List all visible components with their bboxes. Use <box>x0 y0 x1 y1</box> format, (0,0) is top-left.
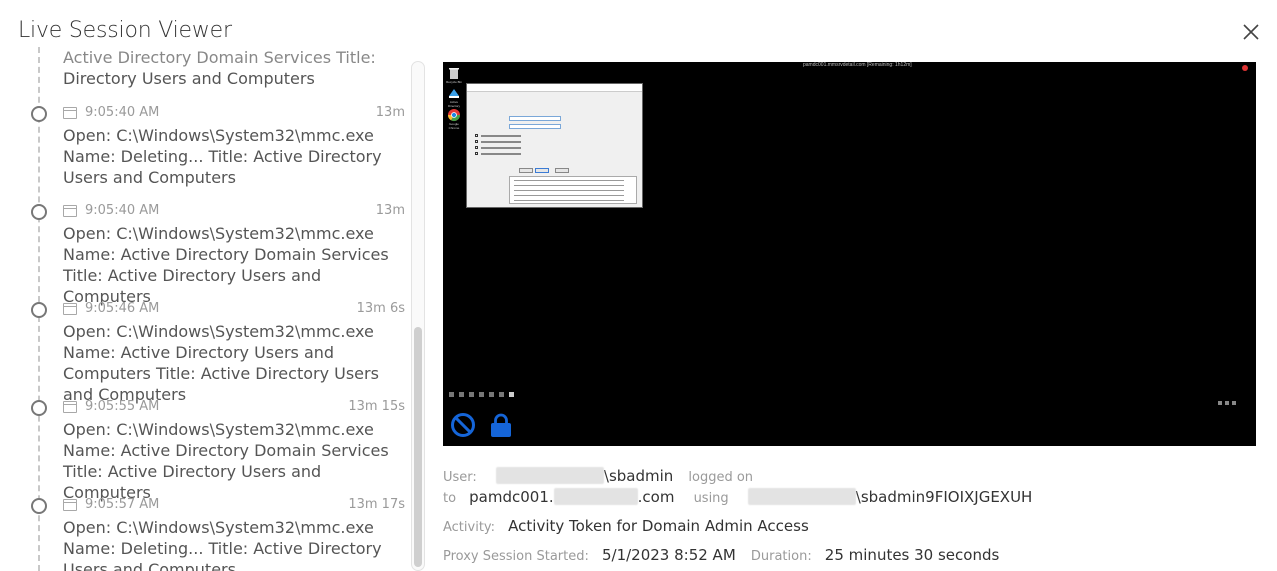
account-value: \sbadmin9FIOIXJGEXUH <box>855 488 1033 506</box>
activity-label: Activity: <box>443 520 496 535</box>
user-value: \sbadmin <box>603 467 674 485</box>
logged-on-label: logged on <box>688 470 754 485</box>
timeline-dot <box>31 204 47 220</box>
window-icon <box>63 401 77 413</box>
lock-session-button[interactable] <box>488 412 514 438</box>
desktop-label: Google Chrome <box>448 122 460 130</box>
remote-title-bar: pamdc001.mmsrvdetail.com [Remaining: 1h1… <box>803 62 912 68</box>
entry-description: Open: C:\Windows\System32\mmc.exe Name: … <box>63 126 382 187</box>
scrollbar-thumb[interactable] <box>414 327 422 567</box>
block-icon <box>451 413 475 437</box>
entry-time: 9:05:40 AM <box>85 105 160 120</box>
user-label: User: <box>443 470 477 485</box>
entry-description: Open: C:\Windows\System32\mmc.exe Name: … <box>63 224 389 306</box>
duration-value: 25 minutes 30 seconds <box>824 546 1000 564</box>
chrome-icon <box>447 108 461 122</box>
timeline-partial-entry: Active Directory Domain Services Title: … <box>63 47 403 89</box>
timeline-dot <box>31 106 47 122</box>
entry-description: Open: C:\Windows\System32\mmc.exe Name: … <box>63 518 382 571</box>
entry-description: Open: C:\Windows\System32\mmc.exe Name: … <box>63 420 389 502</box>
timeline-dot <box>31 302 47 318</box>
started-value: 5/1/2023 8:52 AM <box>601 546 736 564</box>
active-directory-icon <box>447 86 461 100</box>
session-activity-row: Activity: Activity Token for Domain Admi… <box>443 516 809 535</box>
redacted-account-domain <box>747 488 856 505</box>
session-user-row: User: \sbadmin logged on <box>443 466 753 485</box>
close-button[interactable] <box>1239 20 1263 44</box>
desktop-label: Recycle Bin <box>446 80 462 84</box>
window-icon <box>63 107 77 119</box>
entry-duration: 13m <box>375 105 405 120</box>
event-timeline[interactable]: Active Directory Domain Services Title: … <box>28 47 408 571</box>
entry-duration: 13m <box>375 203 405 218</box>
window-icon <box>63 499 77 511</box>
host-prefix: pamdc001. <box>469 488 554 506</box>
block-session-button[interactable] <box>450 412 476 438</box>
using-label: using <box>693 491 729 506</box>
entry-duration: 13m 15s <box>348 399 405 414</box>
redacted-domain <box>495 467 604 484</box>
timeline-scrollbar[interactable] <box>411 61 425 571</box>
session-video[interactable]: pamdc001.mmsrvdetail.com [Remaining: 1h1… <box>443 62 1256 446</box>
started-label: Proxy Session Started: <box>443 549 589 564</box>
timeline-partial-text-top: Active Directory Domain Services Title: … <box>63 48 376 67</box>
session-host-row: to pamdc001. .com using \sbadmin9FIOIXJGE… <box>443 487 1032 506</box>
duration-label: Duration: <box>750 549 812 564</box>
to-label: to <box>443 491 457 506</box>
window-icon <box>63 303 77 315</box>
redacted-host <box>553 488 638 505</box>
activity-value: Activity Token for Domain Admin Access <box>508 517 809 535</box>
entry-time: 9:05:57 AM <box>85 497 160 512</box>
remote-new-object-dialog <box>466 83 643 208</box>
recycle-bin-icon <box>447 66 461 80</box>
timeline-dot <box>31 400 47 416</box>
entry-time: 9:05:55 AM <box>85 399 160 414</box>
close-icon <box>1243 24 1259 40</box>
entry-description: Open: C:\Windows\System32\mmc.exe Name: … <box>63 322 379 404</box>
entry-duration: 13m 6s <box>356 301 405 316</box>
recording-indicator-icon <box>1242 65 1248 71</box>
desktop-label: Active Directory <box>447 100 460 108</box>
session-started-row: Proxy Session Started: 5/1/2023 8:52 AM … <box>443 545 999 564</box>
dialog-title: Live Session Viewer <box>18 18 232 43</box>
lock-icon <box>491 413 511 437</box>
entry-time: 9:05:46 AM <box>85 301 160 316</box>
timeline-dot <box>31 498 47 514</box>
timeline-partial-text: Directory Users and Computers <box>63 69 315 88</box>
entry-time: 9:05:40 AM <box>85 203 160 218</box>
host-suffix: .com <box>637 488 675 506</box>
entry-duration: 13m 17s <box>348 497 405 512</box>
window-icon <box>63 205 77 217</box>
remote-taskbar <box>443 390 1256 405</box>
